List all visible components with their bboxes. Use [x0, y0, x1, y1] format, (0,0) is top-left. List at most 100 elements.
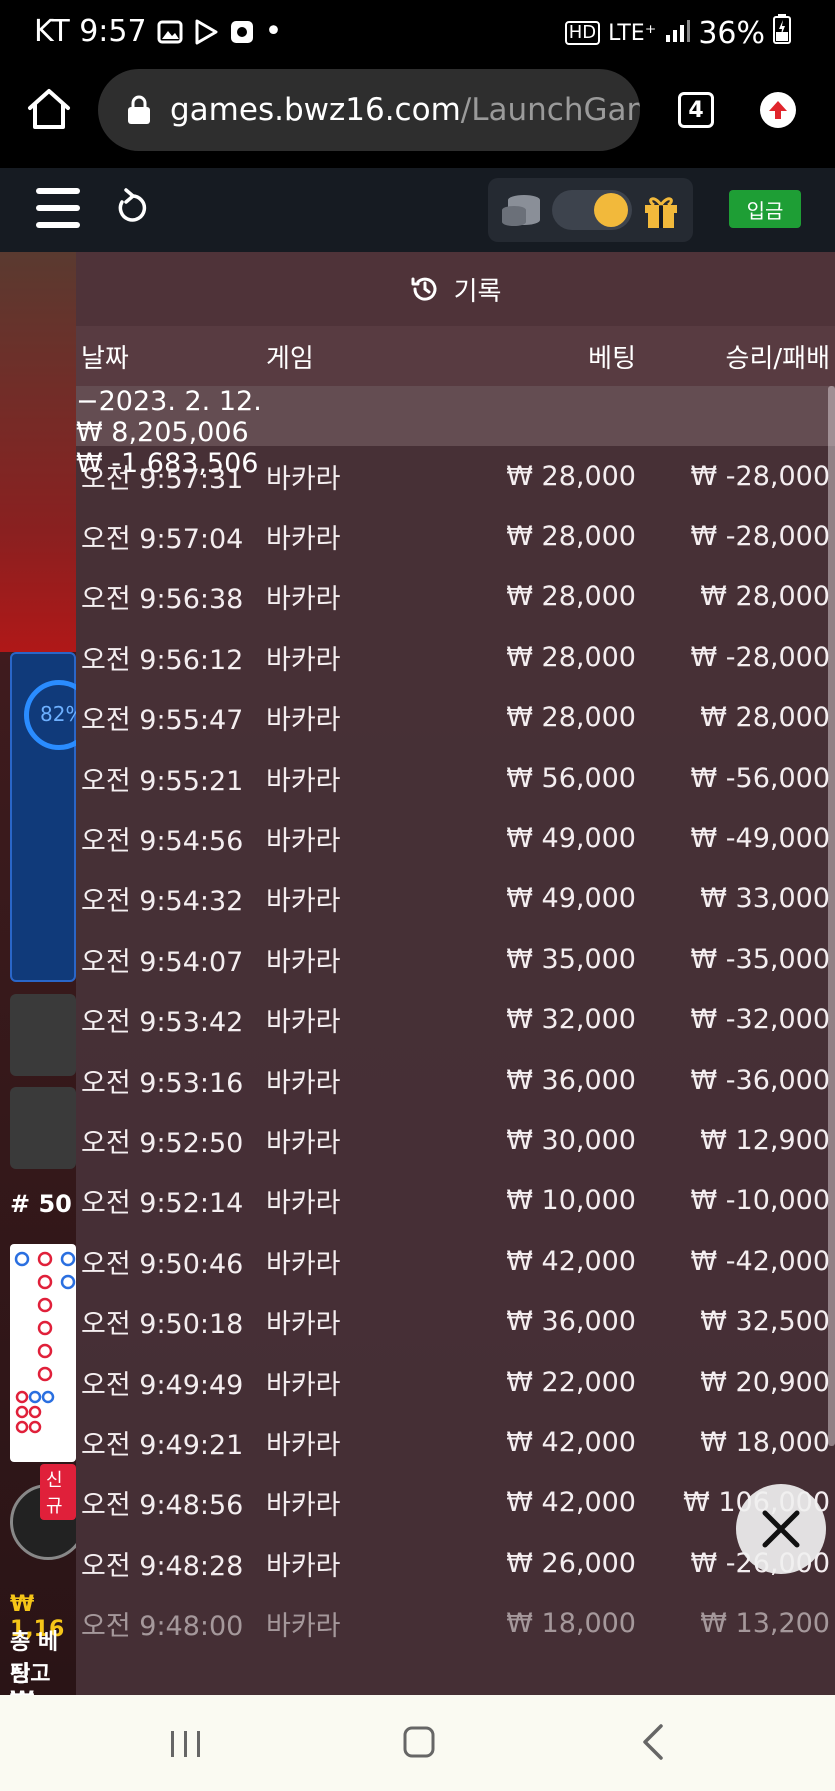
player-pair-button[interactable]	[10, 1087, 76, 1169]
hamburger-menu-icon[interactable]	[36, 188, 80, 228]
row-winloss: ₩ -36,000	[690, 1064, 831, 1096]
row-game: 바카라	[266, 584, 341, 616]
dealer-table-image	[0, 252, 76, 652]
row-bet: ₩ 49,000	[506, 823, 636, 855]
table-row[interactable]: 오전 9:57:04 바카라 ₩ 28,000 ₩ -28,000	[76, 506, 835, 566]
col-game: 게임	[266, 343, 314, 374]
tab-switcher-button[interactable]: 4	[678, 92, 714, 128]
row-bet: ₩ 36,000	[506, 1306, 636, 1338]
balance-label: 잔고 ₩	[10, 1662, 51, 1695]
row-bet: ₩ 28,000	[506, 702, 636, 734]
row-bet: ₩ 42,000	[506, 1487, 636, 1519]
table-row[interactable]: 오전 9:56:38 바카라 ₩ 28,000 ₩ 28,000	[76, 567, 835, 627]
row-bet: ₩ 28,000	[506, 581, 636, 613]
timer-percent: 82%	[40, 702, 76, 726]
back-icon[interactable]	[640, 1723, 666, 1761]
table-row[interactable]: 오전 9:48:00 바카라 ₩ 18,000 ₩ 13,200	[76, 1593, 835, 1653]
table-row[interactable]: 오전 9:52:14 바카라 ₩ 10,000 ₩ -10,000	[76, 1171, 835, 1231]
status-right: HD LTE⁺ 36%	[564, 14, 791, 52]
row-winloss: ₩ -28,000	[690, 460, 831, 492]
close-icon	[762, 1510, 800, 1548]
row-winloss: ₩ 13,200	[700, 1608, 830, 1640]
new-badge: 신규	[40, 1464, 76, 1520]
coins-icon	[500, 192, 544, 228]
table-row[interactable]: 오전 9:55:21 바카라 ₩ 56,000 ₩ -56,000	[76, 748, 835, 808]
row-winloss: ₩ -10,000	[690, 1185, 831, 1217]
recent-apps-icon[interactable]	[168, 1729, 204, 1759]
history-icon	[410, 274, 440, 304]
game-toolbar: 입금	[0, 168, 835, 252]
history-scrollbar[interactable]	[828, 386, 835, 1446]
deposit-button[interactable]: 입금	[729, 190, 801, 228]
home-icon[interactable]	[26, 86, 72, 132]
row-bet: ₩ 28,000	[506, 641, 636, 673]
app-icon	[229, 19, 255, 45]
row-bet: ₩ 18,000	[506, 1608, 636, 1640]
row-winloss: ₩ 18,000	[700, 1426, 830, 1458]
address-bar[interactable]: games.bwz16.com/LaunchGam	[98, 69, 640, 151]
row-time: 오전 9:57:04	[81, 524, 244, 556]
carrier-time: KT 9:57	[34, 14, 147, 49]
bet-mode-toggle[interactable]	[552, 190, 632, 230]
gallery-icon	[157, 19, 183, 45]
row-bet: ₩ 10,000	[506, 1185, 636, 1217]
column-header-row: 날짜 게임 베팅 승리/패배	[76, 326, 835, 386]
row-game: 바카라	[266, 1429, 341, 1461]
row-time: 오전 9:55:21	[81, 765, 244, 797]
row-game: 바카라	[266, 1188, 341, 1220]
table-row[interactable]: 오전 9:48:28바카라₩ 26,000₩ -26,000	[76, 1533, 835, 1593]
col-bet: 베팅	[588, 343, 636, 374]
table-row[interactable]: 오전 9:56:12 바카라 ₩ 28,000 ₩ -28,000	[76, 627, 835, 687]
row-game: 바카라	[266, 765, 341, 797]
bead-road	[10, 1244, 76, 1462]
date-group-row[interactable]: −2023. 2. 12. ₩ 8,205,006 ₩ -1,683,506	[76, 386, 835, 479]
table-row[interactable]: 오전 9:49:49 바카라 ₩ 22,000 ₩ 20,900	[76, 1352, 835, 1412]
history-title: 기록	[453, 276, 502, 307]
row-bet: ₩ 56,000	[506, 762, 636, 794]
table-row[interactable]: 오전 9:49:21 바카라 ₩ 42,000 ₩ 18,000	[76, 1412, 835, 1472]
row-time: 오전 9:54:56	[81, 826, 244, 858]
row-bet: ₩ 26,000	[506, 1547, 636, 1579]
update-icon[interactable]	[760, 92, 796, 128]
table-row[interactable]: 오전 9:55:47 바카라 ₩ 28,000 ₩ 28,000	[76, 688, 835, 748]
table-row[interactable]: 오전 9:57:31 바카라 ₩ 28,000 ₩ -28,000	[76, 446, 835, 506]
row-time: 오전 9:50:18	[81, 1309, 244, 1341]
table-row[interactable]: 오전 9:48:56바카라₩ 42,000₩ 106,000	[76, 1473, 835, 1533]
row-game: 바카라	[266, 644, 341, 676]
table-row[interactable]: 오전 9:54:56 바카라 ₩ 49,000 ₩ -49,000	[76, 808, 835, 868]
table-row[interactable]: 오전 9:53:42 바카라 ₩ 32,000 ₩ -32,000	[76, 990, 835, 1050]
col-date: 날짜	[81, 343, 129, 374]
row-game: 바카라	[266, 1369, 341, 1401]
row-game: 바카라	[266, 1007, 341, 1039]
player-bet-button[interactable]	[10, 994, 76, 1076]
row-game: 바카라	[266, 1127, 341, 1159]
table-row[interactable]: 오전 9:50:46 바카라 ₩ 42,000 ₩ -42,000	[76, 1231, 835, 1291]
row-bet: ₩ 42,000	[506, 1245, 636, 1277]
row-time: 오전 9:54:32	[81, 886, 244, 918]
table-row[interactable]: 오전 9:50:18 바카라 ₩ 36,000 ₩ 32,500	[76, 1291, 835, 1351]
row-time: 오전 9:48:28	[81, 1550, 244, 1582]
row-time: 오전 9:56:38	[81, 584, 244, 616]
table-row[interactable]: 오전 9:52:50 바카라 ₩ 30,000 ₩ 12,900	[76, 1110, 835, 1170]
close-history-button[interactable]	[736, 1484, 826, 1574]
row-game: 바카라	[266, 826, 341, 858]
row-winloss: ₩ 20,900	[700, 1366, 830, 1398]
nav-home-icon[interactable]	[402, 1725, 436, 1759]
row-game: 바카라	[266, 463, 341, 495]
navigation-bar	[0, 1695, 835, 1791]
row-bet: ₩ 42,000	[506, 1426, 636, 1458]
browser-bar: games.bwz16.com/LaunchGam 4	[0, 64, 835, 168]
row-winloss: ₩ -28,000	[690, 521, 831, 553]
table-row[interactable]: 오전 9:54:07 바카라 ₩ 35,000 ₩ -35,000	[76, 929, 835, 989]
row-game: 바카라	[266, 886, 341, 918]
gift-icon[interactable]	[642, 192, 680, 230]
refresh-icon[interactable]	[114, 188, 150, 228]
left-game-strip: 82% # 50 신규 ₩ 1,16 총 베팅 잔고 ₩	[0, 252, 76, 1695]
row-winloss: ₩ 28,000	[700, 581, 830, 613]
row-winloss: ₩ -35,000	[690, 943, 831, 975]
table-row[interactable]: 오전 9:54:32 바카라 ₩ 49,000 ₩ 33,000	[76, 869, 835, 929]
notification-dot: •	[264, 14, 283, 49]
battery-icon	[773, 14, 791, 52]
toggle-knob	[594, 193, 628, 227]
table-row[interactable]: 오전 9:53:16 바카라 ₩ 36,000 ₩ -36,000	[76, 1050, 835, 1110]
